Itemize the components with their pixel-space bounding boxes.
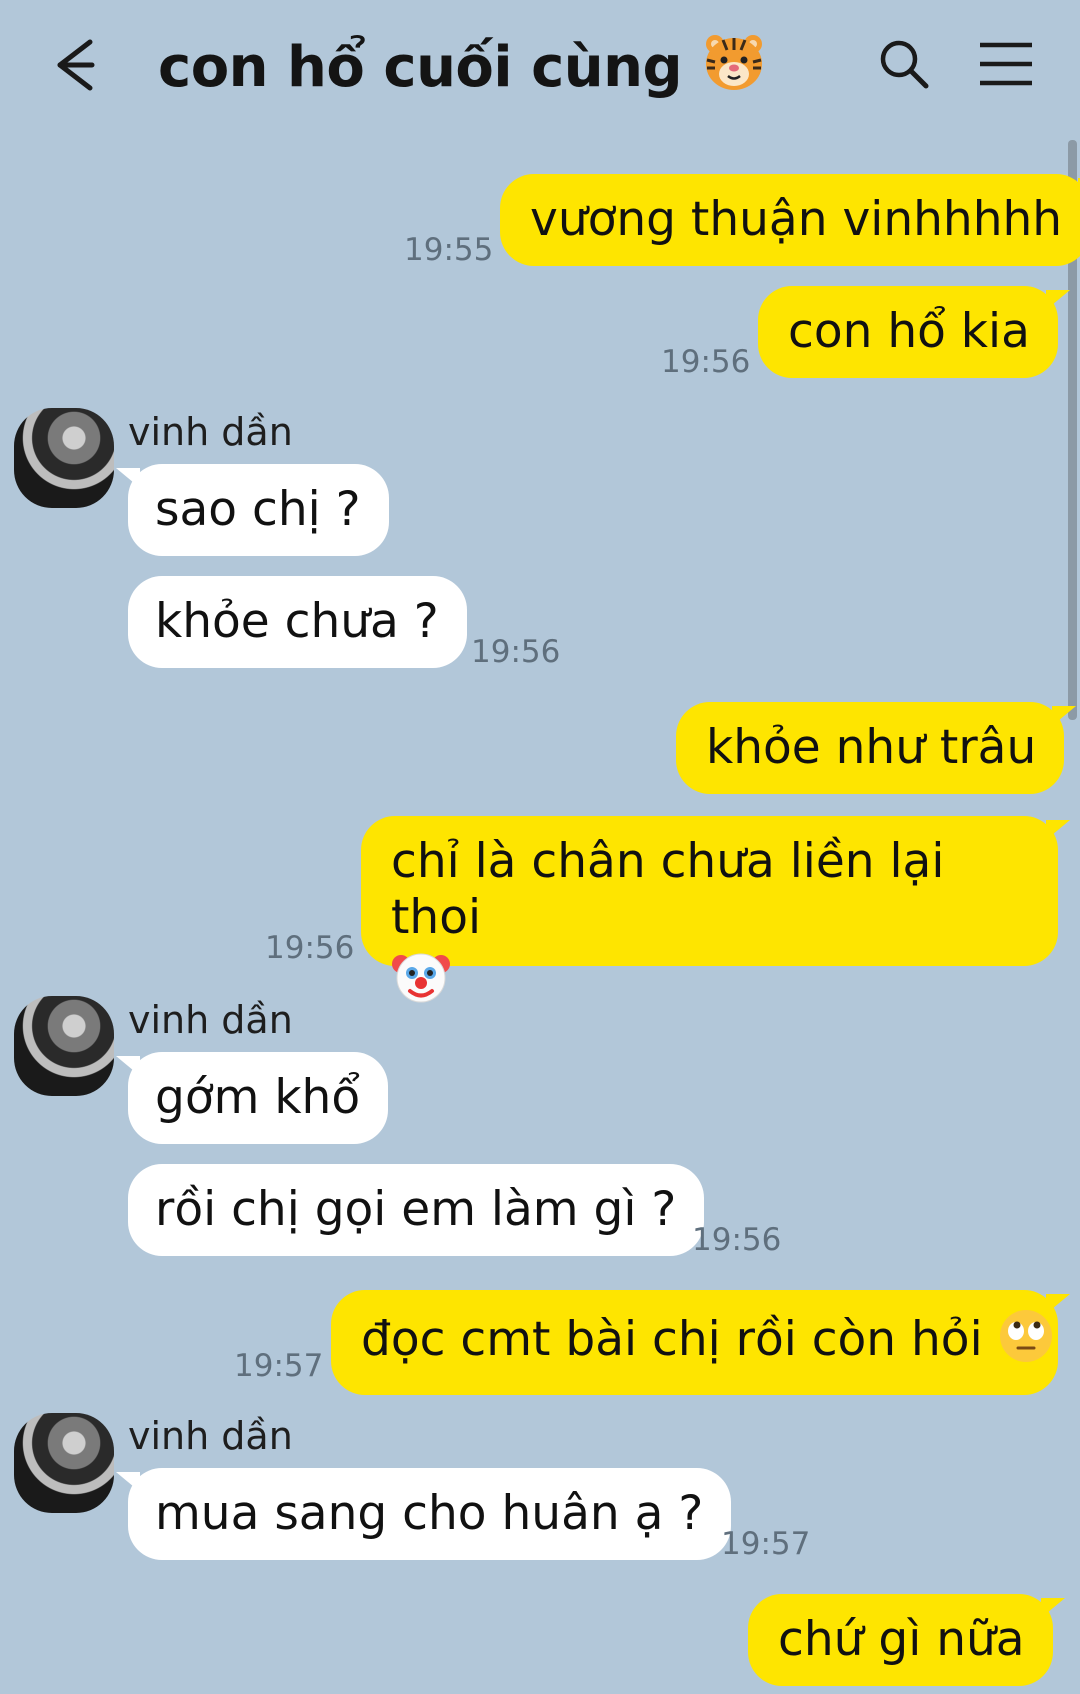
message-text: mua sang cho huân ạ ? (155, 1486, 704, 1541)
message-text: chỉ là chân chưa liền lại thoi (391, 834, 945, 945)
sender-name: vinh dần (128, 410, 293, 454)
message-time: 19:56 (661, 344, 751, 380)
my-message-bubble[interactable]: con hổ kia (758, 286, 1070, 378)
tiger-face-icon (701, 28, 767, 114)
message-text: rồi chị gọi em làm gì ? (155, 1182, 677, 1237)
message-text: đọc cmt bài chị rồi còn hỏi (361, 1312, 983, 1367)
my-message-bubble[interactable]: chứ gì nữa (748, 1594, 1065, 1686)
message-text: sao chị ? (155, 482, 361, 537)
their-message-bubble[interactable]: gớm khổ (115, 1052, 389, 1144)
message-time: 19:57 (234, 1348, 324, 1384)
their-message-bubble[interactable]: rồi chị gọi em làm gì ? (128, 1164, 705, 1256)
message-text: con hổ kia (788, 304, 1030, 359)
my-message-bubble[interactable]: đọc cmt bài chị rồi còn hỏi (331, 1290, 1070, 1395)
menu-icon[interactable] (976, 38, 1036, 90)
avatar[interactable] (14, 1413, 114, 1513)
message-time: 19:57 (721, 1526, 811, 1562)
my-message-bubble[interactable]: khỏe như trâu (676, 702, 1077, 794)
their-message-bubble[interactable]: khỏe chưa ? (128, 576, 467, 668)
message-time: 19:56 (471, 634, 561, 670)
eye-roll-face-icon (998, 1308, 1054, 1377)
avatar[interactable] (14, 408, 114, 508)
clown-face-icon (391, 946, 451, 1019)
avatar[interactable] (14, 996, 114, 1096)
sender-name: vinh dần (128, 1414, 293, 1458)
sender-name: vinh dần (128, 998, 293, 1042)
message-text: gớm khổ (155, 1070, 361, 1125)
chat-title: con hổ cuối cùng (158, 28, 767, 114)
my-message-bubble[interactable]: vương thuận vinhhhhh (500, 174, 1080, 266)
message-time: 19:56 (692, 1222, 782, 1258)
message-text: chứ gì nữa (778, 1612, 1025, 1667)
their-message-bubble[interactable]: sao chị ? (116, 464, 389, 556)
message-text: khỏe chưa ? (155, 594, 439, 649)
message-text: vương thuận vinhhhhh (530, 192, 1063, 247)
my-message-bubble[interactable]: chỉ là chân chưa liền lại thoi (361, 816, 1070, 1003)
message-time: 19:56 (265, 930, 355, 966)
back-arrow-icon[interactable] (48, 36, 130, 94)
their-message-bubble[interactable]: mua sang cho huân ạ ? (115, 1468, 732, 1560)
chat-header: con hổ cuối cùng (0, 0, 1080, 140)
message-text: khỏe như trâu (706, 720, 1037, 775)
search-icon[interactable] (876, 36, 932, 92)
chat-title-text: con hổ cuối cùng (158, 35, 683, 101)
message-time: 19:55 (404, 232, 494, 268)
